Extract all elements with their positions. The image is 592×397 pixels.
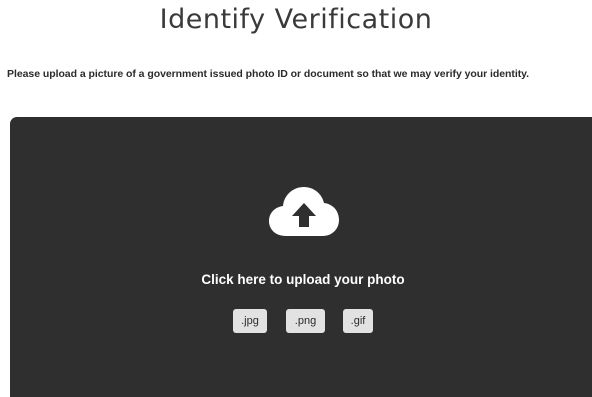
accepted-formats: .jpg .png .gif — [0, 309, 592, 333]
instructions-text: Please upload a picture of a government … — [7, 68, 530, 80]
photo-upload-dropzone[interactable] — [10, 117, 592, 397]
cloud-upload-icon[interactable] — [268, 184, 340, 238]
verification-page: Identify Verification Please upload a pi… — [0, 0, 592, 397]
format-badge-png: .png — [286, 309, 325, 333]
format-badge-gif: .gif — [343, 309, 373, 333]
page-title: Identify Verification — [159, 4, 433, 35]
format-badge-jpg: .jpg — [233, 309, 267, 333]
upload-instruction-label[interactable]: Click here to upload your photo — [0, 272, 592, 287]
